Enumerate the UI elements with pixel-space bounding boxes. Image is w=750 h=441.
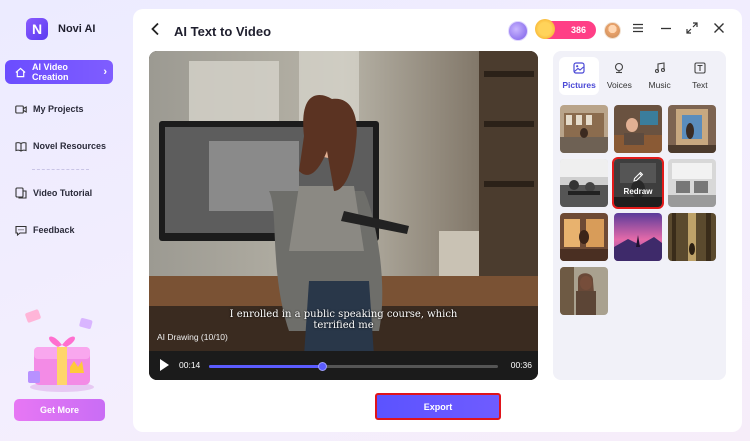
app-name: Novi AI [58,23,96,35]
export-button[interactable]: Export [375,393,501,420]
menu-icon[interactable] [632,21,644,37]
sidebar-item-label: AI Video Creation [32,62,69,82]
sidebar-item-label: Novel Resources [33,141,107,151]
pictures-icon [573,62,585,77]
coin-icon [535,19,555,39]
video-icon [15,103,27,115]
picture-thumbnail[interactable] [560,267,608,315]
tab-label: Music [648,80,671,90]
sidebar-item-feedback[interactable]: Feedback [13,218,75,242]
logo-icon: N [26,18,48,40]
chevron-right-icon: › [103,66,107,78]
minimize-icon[interactable] [660,21,672,37]
sidebar-item-ai-video-creation[interactable]: AI Video Creation › [5,60,113,84]
back-arrow-icon[interactable] [150,22,160,41]
video-player[interactable]: I enrolled in a public speaking course, … [149,51,538,380]
get-more-button[interactable]: Get More [14,399,105,421]
book-icon [15,140,27,152]
play-icon[interactable] [160,359,169,371]
picture-thumbnail[interactable] [560,213,608,261]
sidebar-item-my-projects[interactable]: My Projects [13,97,84,121]
assets-panel: Pictures Voices Music Text Redraw [553,51,726,380]
ai-drawing-status: AI Drawing (10/10) [157,332,228,342]
sidebar-item-label: Feedback [33,225,75,235]
redraw-overlay[interactable]: Redraw [614,159,662,207]
picture-thumbnail-selected[interactable]: Redraw [612,157,664,209]
picture-thumbnail[interactable] [668,213,716,261]
video-subtitle: I enrolled in a public speaking course, … [229,309,458,331]
tab-label: Pictures [562,80,596,90]
chat-icon [15,224,27,236]
picture-thumbnail[interactable] [614,105,662,153]
gift-illustration [20,305,100,395]
main-panel: AI Text to Video 386 I enrolled in a pub… [133,9,742,432]
pencil-icon [632,171,644,183]
app-logo[interactable]: N Novi AI [26,18,96,40]
sidebar-item-label: Video Tutorial [33,188,93,198]
picture-thumbnail[interactable] [668,159,716,207]
tab-label: Voices [606,80,632,90]
sidebar-item-novel-resources[interactable]: Novel Resources [13,134,106,158]
tab-music[interactable]: Music [640,57,680,95]
tab-voices[interactable]: Voices [599,57,639,95]
sidebar-item-label: My Projects [33,104,84,114]
expand-icon[interactable] [686,21,698,37]
picture-thumbnail[interactable] [668,105,716,153]
sidebar: N Novi AI AI Video Creation › My Project… [0,0,125,441]
tab-text[interactable]: Text [680,57,720,95]
seek-bar[interactable] [209,362,498,371]
voices-icon [613,62,625,77]
sidebar-item-video-tutorial[interactable]: Video Tutorial [13,181,92,205]
picture-thumbnail[interactable] [560,105,608,153]
user-avatar[interactable] [604,22,621,39]
music-icon [654,62,666,77]
duration-time: 00:36 [510,360,532,370]
redraw-label: Redraw [623,186,653,196]
text-icon [694,62,706,77]
seek-handle[interactable] [317,362,327,371]
tab-label: Text [692,80,708,90]
page-title: AI Text to Video [174,24,272,39]
tutorial-icon [15,187,27,199]
asset-tabs: Pictures Voices Music Text [559,57,720,95]
coin-count: 386 [570,25,586,35]
close-icon[interactable] [713,21,725,37]
tab-pictures[interactable]: Pictures [559,57,600,95]
picture-thumbnail[interactable] [614,213,662,261]
home-icon [15,66,26,78]
current-time: 00:14 [179,360,201,370]
ai-assistant-icon[interactable] [508,21,528,41]
sidebar-divider [32,169,89,170]
seek-progress [209,365,322,368]
player-controls: 00:14 00:36 [149,351,538,380]
picture-thumbnail[interactable] [560,159,608,207]
